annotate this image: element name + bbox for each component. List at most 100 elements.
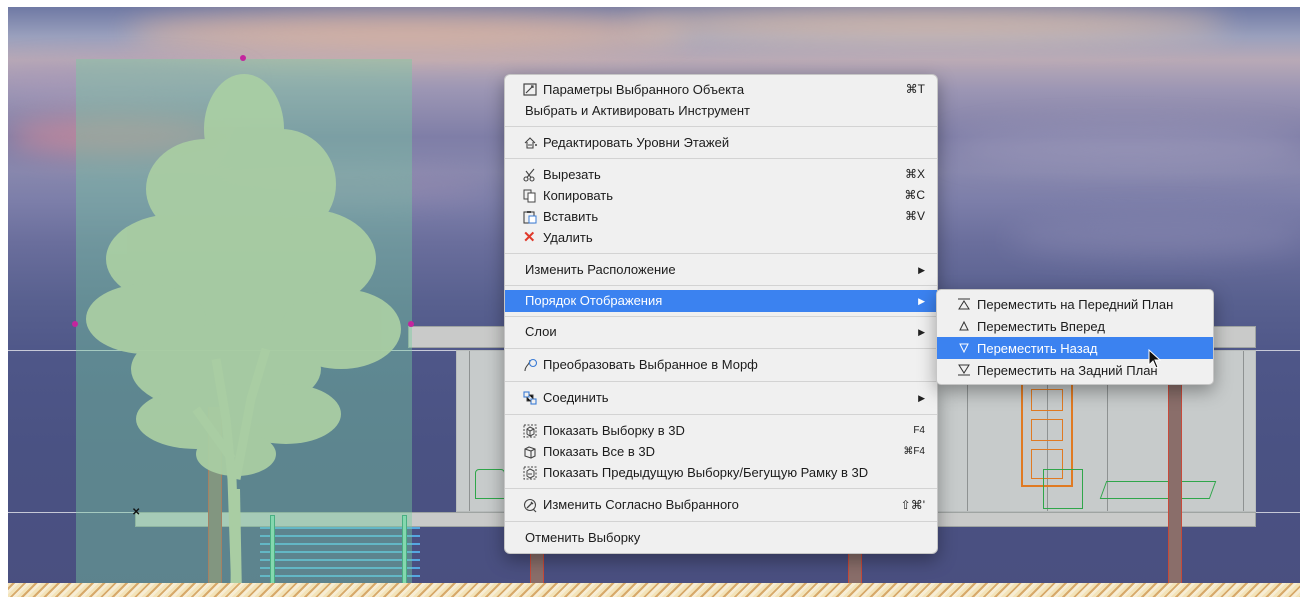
menu-item-label: Показать Выборку в 3D [543, 423, 685, 438]
menu-item-shortcut: ⇧⌘' [900, 498, 925, 512]
menu-item-label: Переместить на Передний План [977, 296, 1174, 312]
paste-icon [523, 210, 543, 224]
context-menu: Параметры Выбранного Объекта ⌘T Выбрать … [504, 74, 938, 554]
menu-item-edit-story-levels[interactable]: Редактировать Уровни Этажей [505, 132, 937, 153]
menu-item-transfer-settings[interactable]: Изменить Согласно Выбранного ⇧⌘' [505, 494, 937, 516]
menu-item-copy[interactable]: Копировать ⌘C [505, 185, 937, 206]
send-backward-icon [957, 342, 977, 354]
menu-item-convert-to-morph[interactable]: Преобразовать Выбранное в Морф [505, 354, 937, 376]
menu-item-shortcut: ⌘T [905, 82, 925, 96]
menu-item-label: Выбрать и Активировать Инструмент [525, 103, 750, 118]
ground-hatch [8, 583, 1300, 597]
menu-item-connect[interactable]: Соединить ▶ [505, 387, 937, 409]
cloud [948, 127, 1300, 167]
cloud [1008, 217, 1300, 257]
menu-separator [505, 126, 937, 127]
menu-item-label: Показать Все в 3D [543, 444, 656, 459]
armchair [1043, 469, 1083, 509]
menu-item-label: Параметры Выбранного Объекта [543, 82, 745, 97]
menu-item-delete[interactable]: ✕ Удалить [505, 227, 937, 248]
bring-forward-icon [957, 320, 977, 332]
menu-item-shortcut: F4 [913, 425, 925, 436]
menu-separator [505, 348, 937, 349]
menu-item-shortcut: ⌘F4 [903, 446, 925, 457]
menu-item-label: Изменить Расположение [525, 262, 676, 277]
menu-item-label: Отменить Выборку [525, 530, 641, 545]
menu-item-label: Соединить [543, 390, 609, 405]
show-all-3d-icon [523, 445, 543, 459]
menu-item-label: Вставить [543, 209, 599, 224]
submenu-arrow-icon: ▶ [918, 327, 925, 337]
door-panel [1031, 389, 1063, 411]
menu-item-display-order[interactable]: Порядок Отображения ▶ [505, 290, 937, 312]
scissors-icon [523, 168, 543, 182]
menu-item-label: Удалить [543, 230, 593, 245]
connect-icon [523, 391, 543, 405]
submenu-arrow-icon: ▶ [918, 296, 925, 306]
show-selection-3d-icon [523, 424, 543, 438]
morph-icon [523, 358, 543, 373]
door-panel [1031, 419, 1063, 441]
show-previous-3d-icon [523, 466, 543, 480]
chair-left [475, 469, 505, 499]
menu-item-label: Порядок Отображения [525, 293, 663, 308]
story-levels-icon [523, 136, 543, 150]
delete-icon: ✕ [523, 229, 536, 246]
menu-item-show-selection-3d[interactable]: Показать Выборку в 3D F4 [505, 420, 937, 441]
menu-item-layers[interactable]: Слои ▶ [505, 321, 937, 343]
column [1168, 350, 1182, 587]
submenu-item-send-backward[interactable]: Переместить Назад [937, 337, 1213, 359]
menu-item-shortcut: ⌘V [904, 209, 925, 223]
display-order-submenu: Переместить на Передний План Переместить… [936, 289, 1214, 385]
menu-item-object-settings[interactable]: Параметры Выбранного Объекта ⌘T [505, 79, 937, 100]
wall-panel-line [1243, 351, 1244, 511]
object-settings-icon [523, 82, 543, 97]
menu-item-label: Слои [525, 324, 557, 339]
menu-item-label: Переместить Вперед [977, 318, 1105, 334]
menu-separator [505, 381, 937, 382]
menu-item-deselect[interactable]: Отменить Выборку [505, 527, 937, 549]
menu-separator [505, 316, 937, 317]
menu-separator [505, 158, 937, 159]
menu-item-label: Вырезать [543, 167, 601, 182]
send-to-back-icon [957, 364, 977, 376]
menu-item-label: Редактировать Уровни Этажей [543, 135, 730, 150]
menu-item-paste[interactable]: Вставить ⌘V [505, 206, 937, 227]
menu-item-shortcut: ⌘X [904, 167, 925, 181]
submenu-item-send-to-back[interactable]: Переместить на Задний План [937, 359, 1213, 381]
anchor-marker-icon[interactable]: ✕ [132, 507, 140, 518]
selection-handle[interactable] [72, 321, 78, 327]
menu-item-label: Копировать [543, 188, 613, 203]
menu-separator [505, 521, 937, 522]
menu-item-label: Преобразовать Выбранное в Морф [543, 357, 758, 372]
cloud [628, 7, 1228, 41]
copy-icon [523, 189, 543, 203]
menu-separator [505, 488, 937, 489]
menu-separator [505, 414, 937, 415]
menu-item-label: Изменить Согласно Выбранного [543, 497, 739, 512]
menu-item-select-activate-tool[interactable]: Выбрать и Активировать Инструмент [505, 100, 937, 121]
selected-tree-object[interactable] [76, 59, 412, 597]
menu-separator [505, 285, 937, 286]
menu-item-change-position[interactable]: Изменить Расположение ▶ [505, 259, 937, 281]
lounge-chair [1099, 481, 1217, 499]
submenu-item-bring-to-front[interactable]: Переместить на Передний План [937, 293, 1213, 315]
menu-item-show-all-3d[interactable]: Показать Все в 3D ⌘F4 [505, 441, 937, 462]
selection-handle[interactable] [240, 55, 246, 61]
menu-item-shortcut: ⌘C [904, 188, 925, 202]
bring-to-front-icon [957, 298, 977, 310]
menu-separator [505, 253, 937, 254]
submenu-item-bring-forward[interactable]: Переместить Вперед [937, 315, 1213, 337]
submenu-arrow-icon: ▶ [918, 393, 925, 403]
selection-handle[interactable] [408, 321, 414, 327]
eyedropper-icon [523, 498, 543, 513]
menu-item-label: Показать Предыдущую Выборку/Бегущую Рамк… [543, 465, 869, 480]
submenu-arrow-icon: ▶ [918, 265, 925, 275]
menu-item-label: Переместить на Задний План [977, 362, 1158, 378]
cloud [128, 13, 688, 53]
wall-panel-line [469, 351, 470, 511]
tree-icon [86, 74, 401, 597]
menu-item-show-previous-3d[interactable]: Показать Предыдущую Выборку/Бегущую Рамк… [505, 462, 937, 483]
menu-item-label: Переместить Назад [977, 340, 1098, 356]
menu-item-cut[interactable]: Вырезать ⌘X [505, 164, 937, 185]
